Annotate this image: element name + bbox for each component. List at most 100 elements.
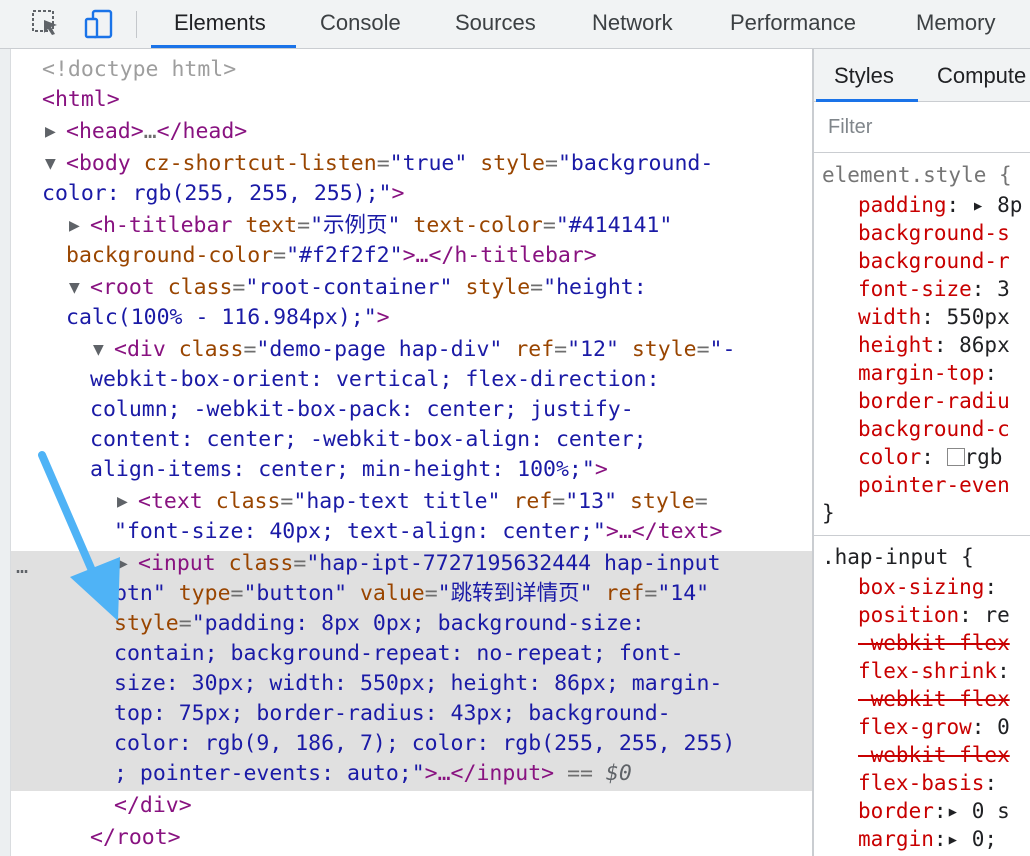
- dom-div-cont: content: center; -webkit-box-align: cent…: [90, 427, 647, 452]
- annotation-arrow-icon: [38, 451, 120, 621]
- style-property-name[interactable]: padding: [858, 193, 947, 217]
- style-property[interactable]: -webkit-flex: [858, 685, 1010, 713]
- expand-triangle-icon[interactable]: ▶: [69, 211, 80, 241]
- colon: :: [921, 445, 947, 469]
- style-property-value[interactable]: : 0: [972, 715, 1010, 739]
- style-property[interactable]: -webkit-flex: [858, 741, 1010, 769]
- device-toolbar-icon[interactable]: [84, 8, 116, 40]
- style-property-value[interactable]: :▸ 0 s: [934, 799, 1010, 823]
- style-property-value[interactable]: :: [997, 659, 1010, 683]
- dom-text-cont: "font-size: 40px; text-align: center;">……: [114, 519, 723, 544]
- style-property-name[interactable]: height: [858, 333, 934, 357]
- style-property-value[interactable]: :: [984, 771, 997, 795]
- tab-network[interactable]: Network: [592, 0, 673, 48]
- rule-selector-element-style[interactable]: element.style {: [822, 161, 1012, 189]
- style-property-name[interactable]: color: [858, 445, 921, 469]
- style-property-value[interactable]: :: [984, 361, 997, 385]
- style-property-value[interactable]: rgb: [965, 445, 1003, 469]
- style-property[interactable]: font-size: 3: [858, 275, 1010, 303]
- style-property[interactable]: margin:▸ 0;: [858, 825, 997, 853]
- dom-body[interactable]: <body cz-shortcut-listen="true" style="b…: [66, 149, 713, 179]
- styles-tabbar: Styles Compute: [814, 49, 1030, 102]
- style-property[interactable]: flex-shrink:: [858, 657, 1010, 685]
- dom-doctype[interactable]: <!doctype html>: [42, 55, 236, 85]
- style-property-name[interactable]: -webkit-flex: [858, 687, 1010, 711]
- toolbar-separator: [136, 11, 137, 38]
- tab-styles[interactable]: Styles: [834, 49, 894, 101]
- rule-selector-hap-input[interactable]: .hap-input {: [822, 543, 974, 571]
- style-property[interactable]: border-radiu: [858, 387, 1010, 415]
- tab-sources[interactable]: Sources: [455, 0, 536, 48]
- style-property-value[interactable]: : re: [959, 603, 1010, 627]
- color-swatch-icon[interactable]: [946, 448, 965, 466]
- style-property-name[interactable]: background-c: [858, 417, 1010, 441]
- styles-filter-input[interactable]: Filter: [814, 102, 1030, 153]
- dom-html[interactable]: <html>: [42, 85, 120, 115]
- dom-input-cont: color: rgb(9, 186, 7); color: rgb(255, 2…: [114, 731, 736, 756]
- dom-div[interactable]: <div class="demo-page hap-div" ref="12" …: [114, 335, 735, 365]
- style-property[interactable]: background-s: [858, 219, 1010, 247]
- inspect-element-icon[interactable]: [30, 8, 62, 40]
- style-property-name[interactable]: flex-grow: [858, 715, 972, 739]
- style-property[interactable]: box-sizing:: [858, 573, 997, 601]
- tab-computed[interactable]: Compute: [937, 49, 1026, 101]
- style-property-value[interactable]: : 86px: [934, 333, 1010, 357]
- style-property-name[interactable]: border-radiu: [858, 389, 1010, 413]
- style-property-name[interactable]: margin: [858, 827, 934, 851]
- tab-performance[interactable]: Performance: [730, 0, 856, 48]
- tab-console[interactable]: Console: [320, 0, 401, 48]
- node-actions-ellipsis[interactable]: …: [16, 551, 28, 581]
- style-property[interactable]: -webkit-flex: [858, 629, 1010, 657]
- style-property[interactable]: position: re: [858, 601, 1010, 629]
- style-property[interactable]: color: rgb: [858, 443, 1002, 471]
- style-property[interactable]: flex-basis:: [858, 769, 997, 797]
- style-property[interactable]: background-r: [858, 247, 1010, 275]
- dom-head[interactable]: <head>…</head>: [66, 117, 247, 147]
- style-property[interactable]: padding: ▸ 8p: [858, 191, 1022, 219]
- style-property[interactable]: pointer-even: [858, 471, 1010, 499]
- style-property[interactable]: flex-grow: 0: [858, 713, 1010, 741]
- dom-root[interactable]: <root class="root-container" style="heig…: [90, 273, 647, 303]
- style-property-name[interactable]: pointer-even: [858, 473, 1010, 497]
- style-property-name[interactable]: background-s: [858, 221, 1010, 245]
- tab-elements[interactable]: Elements: [174, 0, 266, 48]
- style-property-name[interactable]: box-sizing: [858, 575, 984, 599]
- gutter: [0, 49, 11, 856]
- dom-text[interactable]: <text class="hap-text title" ref="13" st…: [138, 487, 708, 517]
- style-property-name[interactable]: -webkit-flex: [858, 631, 1010, 655]
- dom-div-close[interactable]: </div>: [114, 791, 192, 821]
- dom-input-selected[interactable]: <input class="hap-ipt-7727195632444 hap-…: [138, 549, 721, 579]
- collapse-triangle-icon[interactable]: ▼: [69, 273, 80, 303]
- style-property-name[interactable]: flex-shrink: [858, 659, 997, 683]
- style-property-name[interactable]: border: [858, 799, 934, 823]
- dom-h-titlebar[interactable]: <h-titlebar text="示例页" text-color="#4141…: [90, 211, 672, 241]
- style-property[interactable]: background-c: [858, 415, 1010, 443]
- style-property[interactable]: border:▸ 0 s: [858, 797, 1010, 825]
- dom-input-cont: contain; background-repeat: no-repeat; f…: [114, 641, 684, 666]
- tab-memory[interactable]: Memory: [916, 0, 995, 48]
- style-property-name[interactable]: flex-basis: [858, 771, 984, 795]
- style-property-value[interactable]: :: [984, 575, 997, 599]
- style-property-name[interactable]: font-size: [858, 277, 972, 301]
- dom-root-cont: calc(100% - 116.984px);">: [66, 305, 390, 330]
- style-property-name[interactable]: width: [858, 305, 921, 329]
- dom-div-cont: webkit-box-orient: vertical; flex-direct…: [90, 367, 660, 392]
- style-property[interactable]: width: 550px: [858, 303, 1010, 331]
- dom-body-cont: color: rgb(255, 255, 255);">: [42, 181, 405, 206]
- style-property-value[interactable]: : ▸ 8p: [947, 193, 1023, 217]
- style-property-name[interactable]: position: [858, 603, 959, 627]
- style-property-value[interactable]: : 550px: [921, 305, 1010, 329]
- style-property[interactable]: margin-top:: [858, 359, 997, 387]
- dom-div-cont: align-items: center; min-height: 100%;">: [90, 457, 608, 482]
- style-property-name[interactable]: background-r: [858, 249, 1010, 273]
- collapse-triangle-icon[interactable]: ▼: [45, 149, 56, 179]
- style-property-value[interactable]: :▸ 0;: [934, 827, 997, 851]
- style-property-name[interactable]: margin-top: [858, 361, 984, 385]
- dom-root-close[interactable]: </root>: [90, 823, 181, 853]
- dom-div-cont: column; -webkit-box-pack: center; justif…: [90, 397, 634, 422]
- style-property[interactable]: height: 86px: [858, 331, 1010, 359]
- style-property-value[interactable]: : 3: [972, 277, 1010, 301]
- style-property-name[interactable]: -webkit-flex: [858, 743, 1010, 767]
- collapse-triangle-icon[interactable]: ▼: [93, 335, 104, 365]
- expand-triangle-icon[interactable]: ▶: [45, 117, 56, 147]
